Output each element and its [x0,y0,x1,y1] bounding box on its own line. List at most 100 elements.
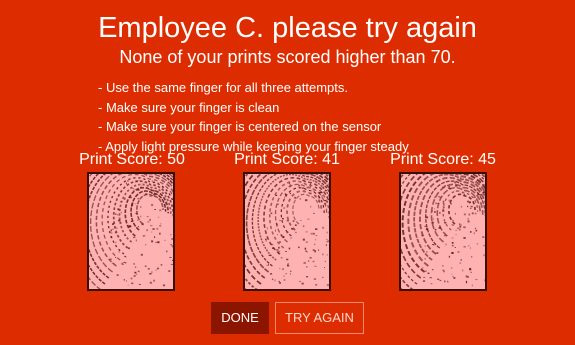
fingerprint-speckle [429,277,432,279]
fingerprint-speckle [133,189,135,191]
fingerprint-speckle [171,238,173,240]
fingerprint-speckle [451,224,454,226]
fingerprint-speckle [459,225,462,228]
fingerprint-speckle [475,229,478,232]
fingerprint-speckle [451,252,454,254]
fingerprint-speckle [124,197,126,199]
fingerprint-speckle [271,278,274,281]
fingerprint-speckle [448,199,450,202]
fingerprint-speckle [151,180,153,182]
fingerprint-speckle [282,236,285,238]
fingerprint-speckle [265,238,267,241]
fingerprint-speckle [444,222,447,224]
fingerprint-speckle [315,239,317,241]
fingerprint-speckle [304,247,307,250]
fingerprint-speckle [315,235,318,237]
fingerprint-speckle [148,189,151,190]
fingerprint-speckle [465,281,468,284]
fingerprint-ridge [263,177,329,255]
fingerprint-speckle [140,253,143,256]
fingerprint-speckle [126,280,127,282]
fingerprint-speckle [279,241,281,243]
fingerprint-speckle [309,186,311,188]
fingerprint-speckle [152,228,155,230]
fingerprint-speckle [147,221,150,223]
fingerprint-speckle [282,268,284,270]
fingerprint-speckle [140,185,142,187]
tip-item: - Make sure your finger is centered on t… [98,119,382,134]
fingerprint-speckle [131,204,134,206]
fingerprint-speckle [305,241,308,243]
fingerprint-speckle [149,281,152,284]
fingerprint-speckle [270,212,273,215]
fingerprint-speckle [318,249,320,251]
fingerprint-speckle [116,214,118,216]
fingerprint-speckle [283,275,285,277]
fingerprint-speckle [475,279,478,281]
fingerprint-speckle [162,284,166,287]
fingerprint-speckle [133,236,136,239]
fingerprint-speckle [434,196,436,199]
fingerprint-speckle [322,276,324,278]
fingerprint-speckle [482,191,485,194]
done-button[interactable]: DONE [211,302,269,334]
fingerprint-speckle [298,246,300,249]
fingerprint-speckle [290,237,292,239]
fingerprint-speckle [302,225,305,228]
fingerprint-speckle [161,187,164,189]
fingerprint-speckle [306,266,308,268]
fingerprint-speckle [153,190,156,192]
fingerprint-speckle [469,247,471,249]
fingerprint-speckle [435,202,437,205]
fingerprint-speckle [424,245,426,247]
fingerprint-speckle [135,180,138,183]
fingerprint-speckle [442,206,445,209]
fingerprint-speckle [424,225,427,227]
fingerprint-speckle [265,240,267,242]
fingerprint-speckle [123,279,125,281]
fingerprint-speckle [318,200,321,202]
fingerprint-speckle [453,277,456,279]
fingerprint-speckle [169,180,172,182]
fingerprint-speckle [147,268,150,270]
fingerprint-speckle [278,246,280,249]
fingerprint-speckle [140,215,142,218]
fingerprint-ridge [401,174,485,279]
fingerprint-speckle [325,244,327,246]
fingerprint-speckle [151,204,154,206]
fingerprint-speckle [448,255,451,258]
fingerprint-speckle [448,187,451,189]
fingerprint-ridge [95,174,173,267]
fingerprint-speckle [160,223,162,225]
fingerprint-speckle [324,267,325,269]
fingerprint-speckle [318,197,321,199]
fingerprint-speckle [268,264,269,266]
fingerprint-speckle [271,243,274,246]
fingerprint-speckle [285,193,286,196]
fingerprint-speckle [128,247,130,250]
fingerprint-speckle [459,223,461,226]
fingerprint-speckle [133,263,135,265]
fingerprint-speckle [287,265,290,267]
fingerprint-speckle [424,258,426,260]
fingerprint-speckle [137,226,139,228]
fingerprint-speckle [301,282,304,285]
fingerprint-speckle [463,226,466,229]
fingerprint-speckle [172,259,173,261]
fingerprint-speckle [127,180,129,182]
fingerprint-speckle [109,258,112,260]
fingerprint-speckle [425,216,429,219]
try-again-button[interactable]: TRY AGAIN [275,302,364,334]
fingerprint-speckle [455,185,458,187]
fingerprint-speckle [467,205,469,208]
fingerprint-ridge [118,183,172,243]
fingerprint-speckle [294,196,296,199]
fingerprint-speckle [309,257,312,259]
fingerprint-speckle [272,247,275,249]
fingerprint-speckle [326,254,328,256]
fingerprint-speckle [451,219,454,222]
fingerprint-ridge [112,180,173,249]
fingerprint-speckle [266,264,268,266]
fingerprint-speckle [141,223,144,226]
fingerprint-speckle [471,212,474,215]
